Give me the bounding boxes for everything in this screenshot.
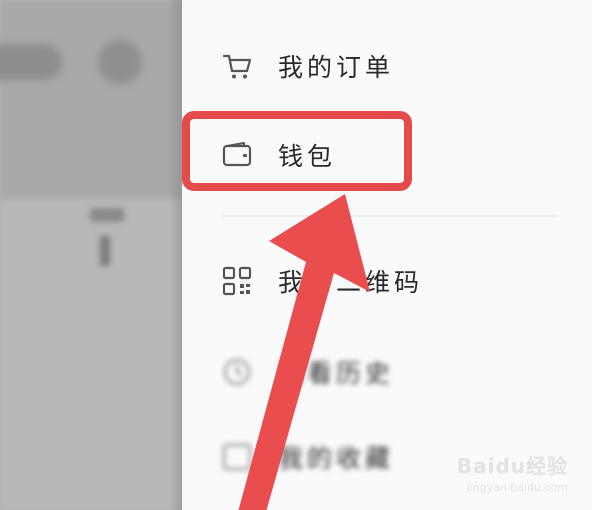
background-blurred-text: [100, 236, 110, 266]
star-icon: [222, 442, 252, 472]
background-header-band: [0, 0, 182, 200]
menu-item-history[interactable]: 观看历史: [222, 352, 394, 392]
highlight-box: [182, 111, 412, 191]
drawer-shadow: [168, 0, 182, 510]
menu-item-orders[interactable]: 我的订单: [222, 46, 394, 86]
menu-item-label: 观看历史: [278, 359, 395, 388]
background-lower-area: [0, 200, 182, 510]
menu-item-label: 我的二维码: [278, 268, 424, 297]
background-app-dimmed: [0, 0, 182, 510]
shopping-cart-icon: [222, 51, 252, 81]
menu-item-qr-code[interactable]: 我的二维码: [222, 261, 423, 301]
side-drawer: 我的订单 钱包 我的二维码 观看历史 我的收藏: [182, 0, 592, 510]
watermark: Baidu经验 jingyan.baidu.com: [457, 450, 568, 494]
watermark-url: jingyan.baidu.com: [466, 481, 568, 494]
background-blurred-pill: [0, 44, 62, 80]
background-blurred-circle: [98, 40, 142, 84]
menu-item-label: 我的订单: [278, 53, 395, 82]
clock-icon: [222, 357, 252, 387]
menu-divider: [222, 215, 558, 217]
background-blurred-text: [90, 208, 124, 222]
menu-item-favorites[interactable]: 我的收藏: [222, 437, 394, 477]
qr-code-icon: [222, 266, 252, 296]
menu-item-label: 我的收藏: [278, 444, 395, 473]
watermark-brand: Baidu经验: [456, 454, 568, 478]
